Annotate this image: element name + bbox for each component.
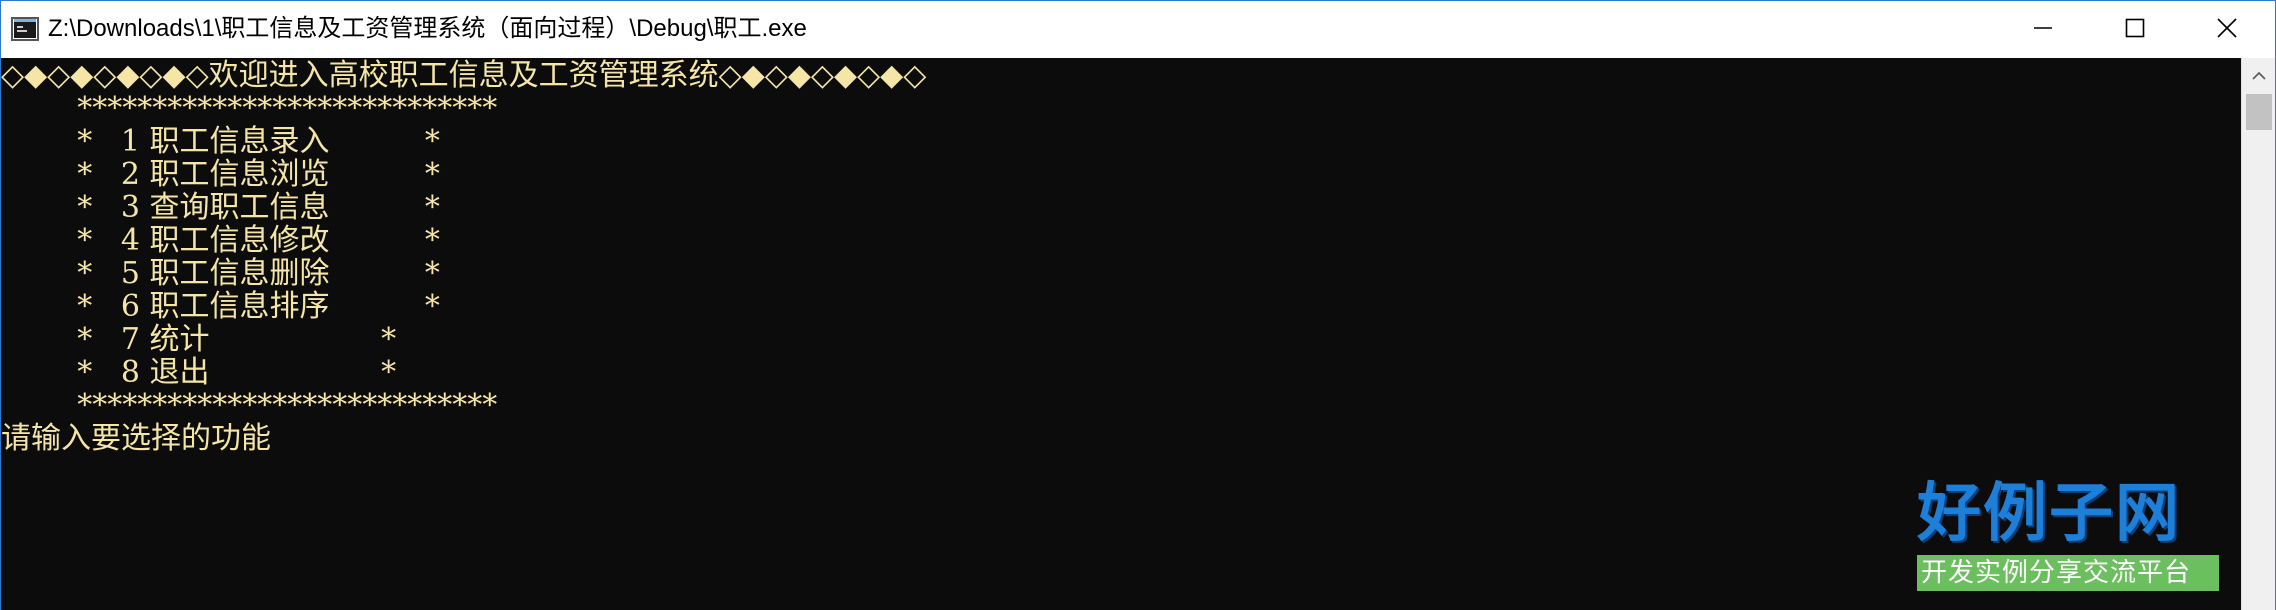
menu-item-1: * 1 职工信息录入 * [1, 124, 440, 159]
menu-item-4: * 4 职工信息修改 * [1, 223, 440, 258]
console-app-icon [11, 16, 39, 42]
close-icon [2216, 17, 2238, 43]
welcome-banner: ◇◆◇◆◇◆◇◆◇欢迎进入高校职工信息及工资管理系统◇◆◇◆◇◆◇◆◇ [1, 58, 927, 93]
menu-border-bottom: **************************** [1, 388, 498, 423]
menu-item-7: * 7 统计 * [1, 322, 397, 357]
watermark-subtitle: 开发实例分享交流平台 [1917, 555, 2219, 591]
maximize-button[interactable] [2089, 1, 2181, 58]
menu-item-8: * 8 退出 * [1, 355, 397, 390]
maximize-icon [2125, 18, 2145, 42]
scroll-thumb[interactable] [2246, 94, 2272, 130]
input-prompt: 请输入要选择的功能 [1, 421, 271, 456]
menu-item-3: * 3 查询职工信息 * [1, 190, 440, 225]
scroll-up-button[interactable] [2242, 58, 2276, 92]
window-title: Z:\Downloads\1\职工信息及工资管理系统（面向过程）\Debug\职… [48, 15, 807, 42]
menu-item-2: * 2 职工信息浏览 * [1, 157, 440, 192]
menu-item-6: * 6 职工信息排序 * [1, 289, 440, 324]
menu-border-top: **************************** [1, 91, 498, 126]
site-watermark: 好例子网 开发实例分享交流平台 [1917, 479, 2219, 591]
console-output[interactable]: ◇◆◇◆◇◆◇◆◇欢迎进入高校职工信息及工资管理系统◇◆◇◆◇◆◇◆◇ ****… [1, 58, 2241, 610]
watermark-title: 好例子网 [1917, 476, 2181, 551]
minimize-icon [2033, 18, 2053, 42]
console-window: Z:\Downloads\1\职工信息及工资管理系统（面向过程）\Debug\职… [0, 0, 2276, 610]
minimize-button[interactable] [1997, 1, 2089, 58]
vertical-scrollbar[interactable] [2241, 58, 2275, 610]
menu-item-5: * 5 职工信息删除 * [1, 256, 440, 291]
chevron-up-icon [2252, 66, 2266, 85]
title-bar[interactable]: Z:\Downloads\1\职工信息及工资管理系统（面向过程）\Debug\职… [1, 1, 2275, 58]
close-button[interactable] [2181, 1, 2273, 58]
